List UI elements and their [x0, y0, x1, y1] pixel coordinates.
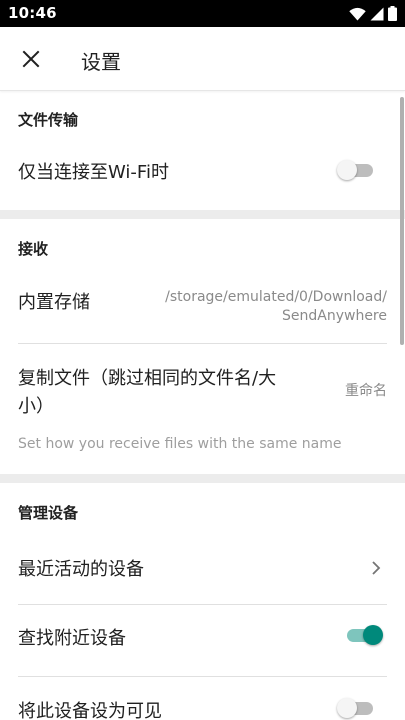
section-header-file-transfer: 文件传输 — [18, 111, 79, 129]
find-nearby-toggle[interactable] — [345, 625, 383, 645]
setting-row-find-nearby[interactable]: 查找附近设备 — [0, 608, 405, 668]
row-divider — [18, 676, 387, 677]
status-time: 10:46 — [8, 4, 57, 22]
toggle-thumb — [337, 698, 357, 718]
toggle-thumb — [337, 160, 357, 180]
wifi-only-label: 仅当连接至Wi-Fi时 — [18, 162, 169, 183]
setting-row-wifi-only[interactable]: 仅当连接至Wi-Fi时 — [0, 144, 405, 196]
section-divider — [0, 474, 405, 483]
status-bar: 10:46 — [0, 0, 405, 27]
section-header-receive: 接收 — [18, 240, 49, 258]
duplicate-label-line1: 复制文件（跳过相同的文件名/大 — [18, 368, 277, 389]
section-header-manage-devices: 管理设备 — [18, 504, 79, 522]
duplicate-value: 重命名 — [345, 383, 387, 399]
signal-icon — [370, 7, 384, 20]
find-nearby-label: 查找附近设备 — [18, 628, 126, 649]
section-divider — [0, 210, 405, 219]
close-icon — [22, 50, 40, 68]
app-bar: 设置 — [0, 27, 405, 91]
setting-row-recent-devices[interactable]: 最近活动的设备 — [0, 540, 405, 596]
status-icons — [349, 6, 397, 21]
close-button[interactable] — [16, 44, 46, 74]
wifi-only-toggle[interactable] — [337, 160, 375, 180]
duplicate-label-line2: 小） — [18, 396, 54, 417]
setting-row-visible[interactable]: 将此设备设为可见 — [0, 680, 405, 720]
setting-row-duplicate[interactable]: 复制文件（跳过相同的文件名/大 小） 重命名 Set how you recei… — [0, 354, 405, 464]
chevron-right-icon[interactable] — [369, 558, 383, 578]
wifi-icon — [349, 7, 366, 20]
storage-path: /storage/emulated/0/Download/ SendAnywhe… — [165, 288, 387, 326]
page-title: 设置 — [81, 50, 121, 74]
storage-path-line1: /storage/emulated/0/Download/ — [165, 289, 387, 305]
row-divider — [18, 604, 387, 605]
visible-label: 将此设备设为可见 — [18, 701, 162, 720]
row-divider — [18, 343, 387, 344]
setting-row-storage[interactable]: 内置存储 /storage/emulated/0/Download/ SendA… — [0, 278, 405, 334]
battery-icon — [388, 6, 397, 21]
duplicate-helper-text: Set how you receive files with the same … — [18, 436, 342, 452]
visible-toggle[interactable] — [337, 698, 375, 718]
storage-path-line2: SendAnywhere — [282, 308, 387, 324]
toggle-thumb — [363, 625, 383, 645]
scrollbar[interactable] — [400, 97, 404, 345]
recent-devices-label: 最近活动的设备 — [18, 559, 144, 580]
storage-label: 内置存储 — [18, 292, 90, 313]
